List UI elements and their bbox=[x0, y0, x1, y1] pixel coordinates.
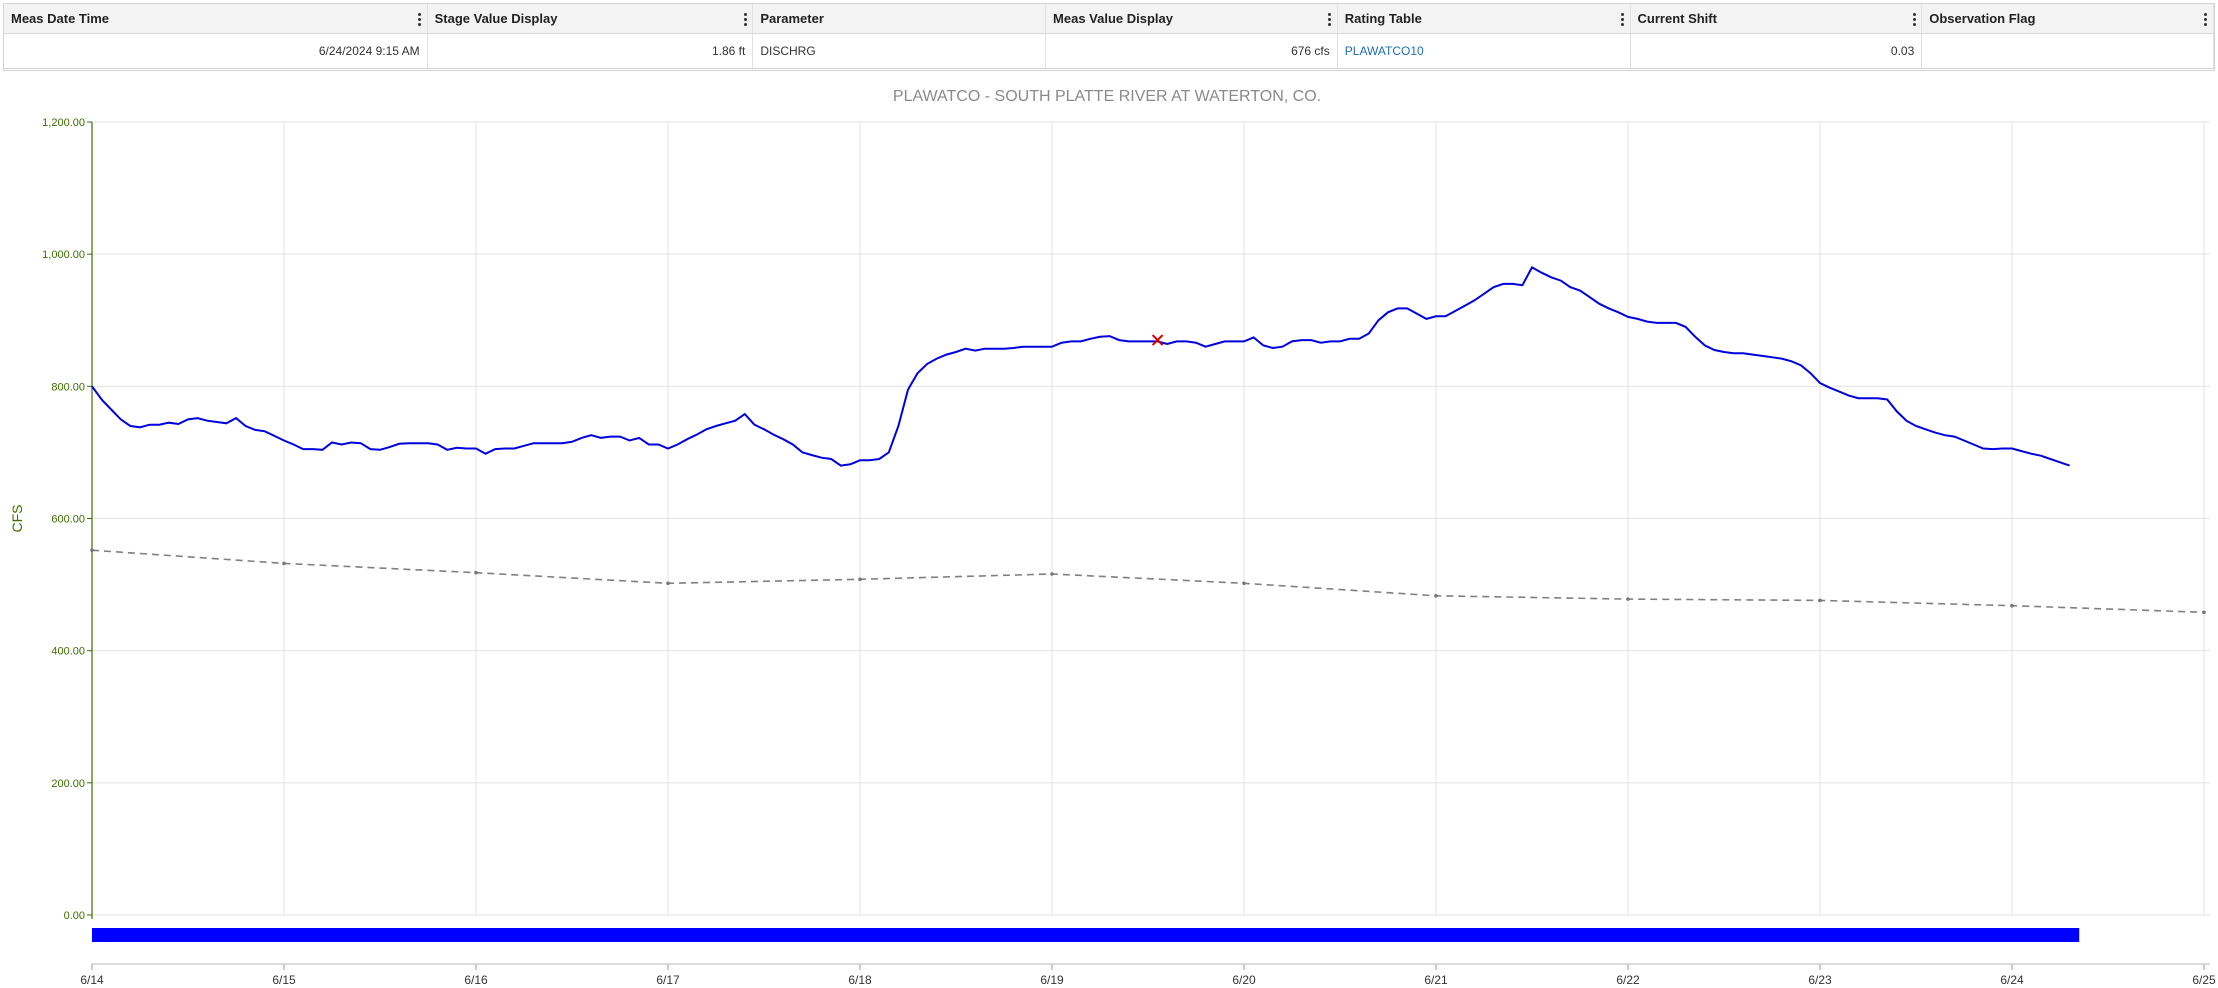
col-header-current-shift[interactable]: Current Shift bbox=[1631, 4, 1923, 33]
y-tick-label: 200.00 bbox=[51, 778, 85, 790]
y-axis-label: CFS bbox=[9, 505, 25, 533]
col-header-meas-value[interactable]: Meas Value Display bbox=[1046, 4, 1338, 33]
series-point bbox=[858, 577, 862, 582]
series-point bbox=[474, 570, 478, 575]
series-line-discharge bbox=[91, 266, 2070, 467]
column-menu-icon[interactable] bbox=[2203, 4, 2209, 33]
measurement-grid: Meas Date Time Stage Value Display Param… bbox=[3, 3, 2215, 71]
column-menu-icon[interactable] bbox=[1620, 4, 1626, 33]
x-tick-label: 6/18 bbox=[848, 973, 872, 987]
col-header-meas-date-time[interactable]: Meas Date Time bbox=[4, 4, 428, 33]
col-header-observation-flag[interactable]: Observation Flag bbox=[1922, 4, 2214, 33]
x-tick-label: 6/16 bbox=[464, 973, 488, 987]
y-tick-label: 600.00 bbox=[51, 514, 85, 526]
chart-svg: PLAWATCO - SOUTH PLATTE RIVER AT WATERTO… bbox=[9, 88, 2216, 987]
series-point bbox=[1242, 581, 1246, 586]
data-availability-bar bbox=[92, 928, 2080, 942]
series-point bbox=[1626, 597, 1630, 601]
series-point bbox=[90, 548, 94, 553]
column-menu-icon[interactable] bbox=[417, 4, 423, 33]
x-tick-label: 6/23 bbox=[1808, 973, 1832, 987]
y-tick-label: 1,000.00 bbox=[42, 249, 85, 261]
x-tick-label: 6/20 bbox=[1232, 973, 1256, 987]
y-tick-label: 800.00 bbox=[51, 381, 85, 393]
series-point bbox=[2010, 603, 2014, 608]
y-tick-label: 1,200.00 bbox=[42, 117, 85, 129]
series-point bbox=[2202, 610, 2206, 615]
cell-parameter: DISCHRG bbox=[753, 34, 1047, 68]
x-tick-label: 6/19 bbox=[1040, 973, 1064, 987]
series-point bbox=[1818, 598, 1822, 603]
series-line-shifted bbox=[91, 549, 2205, 614]
cell-observation-flag bbox=[1922, 34, 2214, 68]
discharge-chart: PLAWATCO - SOUTH PLATTE RIVER AT WATERTO… bbox=[0, 72, 2218, 988]
cell-meas-date-time: 6/24/2024 9:15 AM bbox=[4, 34, 428, 68]
column-menu-icon[interactable] bbox=[1911, 4, 1917, 33]
grid-header: Meas Date Time Stage Value Display Param… bbox=[4, 4, 2214, 34]
cell-meas-value: 676 cfs bbox=[1046, 34, 1338, 68]
x-tick-label: 6/21 bbox=[1424, 973, 1448, 987]
x-tick-label: 6/15 bbox=[272, 973, 296, 987]
series-point bbox=[1050, 572, 1054, 576]
col-header-rating-table[interactable]: Rating Table bbox=[1338, 4, 1631, 33]
cell-rating-table-link[interactable]: PLAWATCO10 bbox=[1338, 34, 1631, 68]
cell-stage-value: 1.86 ft bbox=[428, 34, 754, 68]
x-tick-label: 6/24 bbox=[2000, 973, 2024, 987]
y-tick-label: 400.00 bbox=[51, 646, 85, 658]
chart-title: PLAWATCO - SOUTH PLATTE RIVER AT WATERTO… bbox=[893, 88, 1321, 105]
cell-current-shift: 0.03 bbox=[1631, 34, 1923, 68]
series-point bbox=[282, 561, 286, 566]
x-tick-label: 6/14 bbox=[80, 973, 104, 987]
column-menu-icon[interactable] bbox=[1327, 4, 1333, 33]
x-tick-label: 6/17 bbox=[656, 973, 680, 987]
series-point bbox=[666, 581, 670, 586]
series-point bbox=[1434, 594, 1438, 598]
x-tick-label: 6/25 bbox=[2192, 973, 2216, 987]
column-menu-icon[interactable] bbox=[742, 4, 748, 33]
col-header-stage-value[interactable]: Stage Value Display bbox=[428, 4, 754, 33]
table-row[interactable]: 6/24/2024 9:15 AM 1.86 ft DISCHRG 676 cf… bbox=[4, 34, 2214, 69]
x-tick-label: 6/22 bbox=[1616, 973, 1640, 987]
col-header-parameter[interactable]: Parameter bbox=[753, 4, 1047, 33]
y-tick-label: 0.00 bbox=[64, 910, 85, 922]
